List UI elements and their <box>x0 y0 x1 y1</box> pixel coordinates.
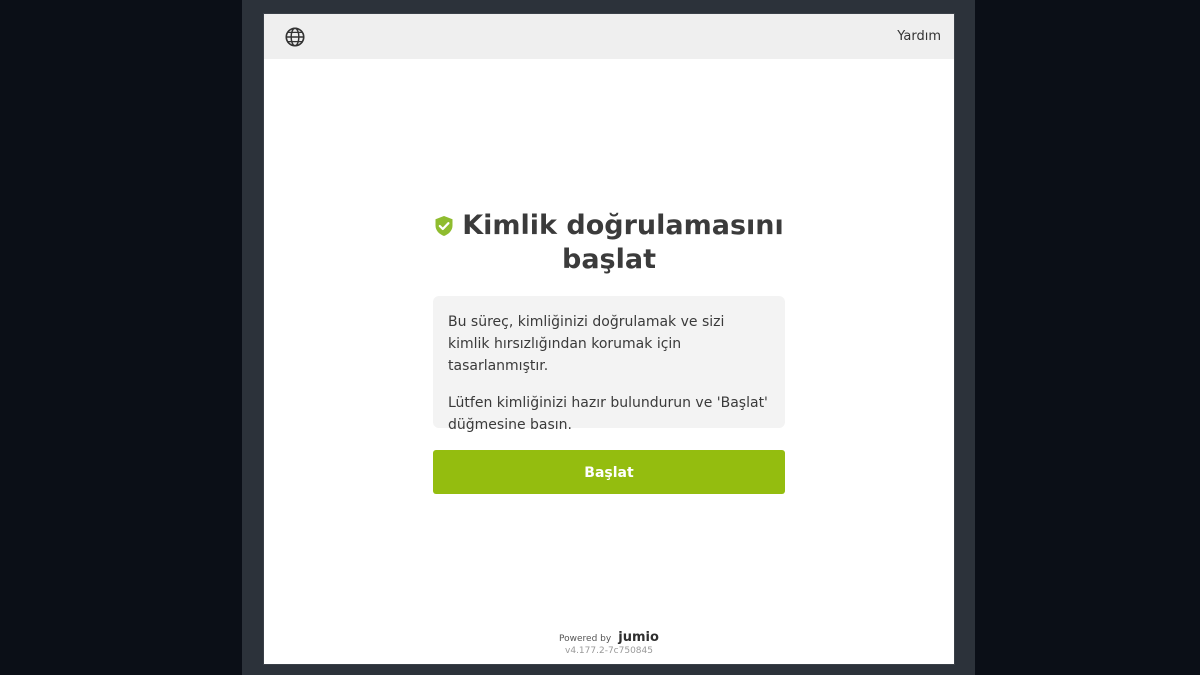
globe-icon[interactable] <box>284 26 306 48</box>
version-label: v4.177.2-7c750845 <box>565 646 653 656</box>
help-link[interactable]: Yardım <box>897 29 941 44</box>
info-paragraph-process: Bu süreç, kimliğinizi doğrulamak ve sizi… <box>448 314 725 374</box>
info-box: Bu süreç, kimliğinizi doğrulamak ve sizi… <box>433 296 785 433</box>
powered-by-line: Powered by jumio <box>264 626 954 645</box>
powered-by-label: Powered by <box>559 634 612 644</box>
info-paragraph-instruction: Lütfen kimliğinizi hazır bulundurun ve '… <box>448 395 768 433</box>
page-title: Kimlik doğrulamasını başlat <box>462 210 784 275</box>
shield-check-icon <box>435 216 453 236</box>
jumio-logo: jumio <box>618 630 659 645</box>
title-block: Kimlik doğrulamasını başlat <box>414 209 804 277</box>
footer: Powered by jumio v4.177.2-7c750845 <box>264 626 954 656</box>
verification-dialog: Yardım Kimlik doğrulamasını başlat Bu sü… <box>264 14 954 664</box>
top-bar: Yardım <box>264 14 954 59</box>
start-button[interactable]: Başlat <box>433 450 785 494</box>
